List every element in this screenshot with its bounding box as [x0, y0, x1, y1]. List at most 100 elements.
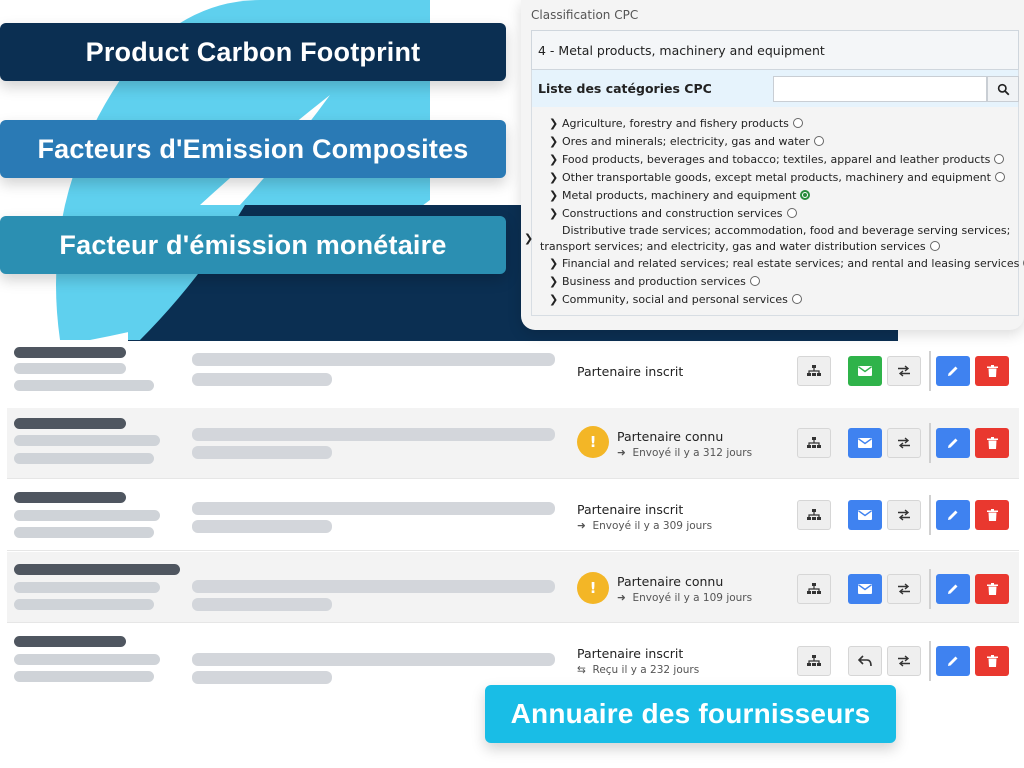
cpc-item[interactable]: ❯ Agriculture, forestry and fishery produ… [532, 115, 1020, 133]
send-email-button[interactable] [848, 574, 882, 604]
delete-button[interactable] [975, 646, 1009, 676]
cpc-search-button[interactable] [987, 76, 1019, 102]
edit-button[interactable] [936, 356, 970, 386]
supplier-name-redacted [14, 492, 126, 503]
cpc-item[interactable]: ❯ Food products, beverages and tobacco; t… [532, 151, 1020, 169]
transfer-button[interactable] [887, 428, 921, 458]
hierarchy-button[interactable] [797, 646, 831, 676]
supplier-meta-redacted [14, 654, 160, 665]
transfer-button[interactable] [887, 356, 921, 386]
hierarchy-button[interactable] [797, 574, 831, 604]
transfer-button[interactable] [887, 500, 921, 530]
chevron-right-icon[interactable]: ❯ [549, 291, 558, 309]
send-email-button[interactable] [848, 356, 882, 386]
arrow-right-icon: ➜ [577, 520, 586, 532]
chevron-right-icon[interactable]: ❯ [549, 273, 558, 291]
cpc-radio[interactable] [813, 136, 824, 146]
status-title: Partenaire inscrit [577, 646, 684, 661]
supplier-meta-redacted [14, 435, 160, 446]
delete-button[interactable] [975, 500, 1009, 530]
cpc-selected-field[interactable]: 4 - Metal products, machinery and equipm… [531, 30, 1019, 70]
cpc-item[interactable]: ❯ Business and production services [532, 273, 1020, 291]
cpc-item[interactable]: ❯ Other transportable goods, except metal… [532, 169, 1020, 187]
cpc-item-label: Constructions and construction services [562, 207, 783, 220]
transfer-button[interactable] [887, 574, 921, 604]
table-row[interactable]: Partenaire inscrit ➜ Envoyé il y a 309 j… [7, 480, 1019, 551]
trash-icon [986, 509, 998, 521]
cpc-item-label: Business and production services [562, 275, 746, 288]
cpc-item[interactable]: ❯ Constructions and construction services [532, 205, 1020, 223]
cpc-category-list: ❯ Agriculture, forestry and fishery produ… [524, 115, 1024, 309]
hierarchy-button[interactable] [797, 500, 831, 530]
chevron-right-icon[interactable]: ❯ [549, 187, 558, 205]
cpc-item-label: Metal products, machinery and equipment [562, 189, 797, 202]
send-email-button[interactable] [848, 428, 882, 458]
cpc-radio[interactable] [994, 154, 1005, 164]
reply-button[interactable] [848, 646, 882, 676]
supplier-table: Partenaire inscrit ! Partenaire connu ➜ … [7, 338, 1019, 688]
table-row[interactable]: ! Partenaire connu ➜ Envoyé il y a 312 j… [7, 408, 1019, 479]
table-row[interactable]: ! Partenaire connu ➜ Envoyé il y a 109 j… [7, 552, 1019, 623]
cpc-radio[interactable] [994, 172, 1005, 182]
supplier-name-redacted [14, 636, 126, 647]
status-cell: Partenaire inscrit ⇆ Reçu il y a 232 jou… [577, 646, 787, 676]
edit-button[interactable] [936, 428, 970, 458]
arrow-right-icon: ➜ [617, 447, 626, 459]
hierarchy-button[interactable] [797, 428, 831, 458]
supplier-meta-redacted [14, 453, 154, 464]
chevron-right-icon[interactable]: ❯ [549, 205, 558, 223]
cpc-list-label: Liste des catégories CPC [538, 81, 712, 96]
edit-button[interactable] [936, 646, 970, 676]
trash-icon [986, 655, 998, 667]
cpc-radio[interactable] [791, 294, 802, 304]
status-sent-text: Envoyé il y a 312 jours [632, 447, 753, 459]
transfer-button[interactable] [887, 646, 921, 676]
warning-icon: ! [577, 572, 609, 604]
cpc-item-label: Distributive trade services; accommodati… [540, 224, 1011, 253]
swap-arrows-icon [898, 655, 910, 667]
cpc-radio[interactable] [929, 241, 940, 251]
chevron-right-icon[interactable]: ❯ [549, 115, 558, 133]
action-divider [929, 569, 931, 609]
hierarchy-button[interactable] [797, 356, 831, 386]
cpc-item[interactable]: ❯ Ores and minerals; electricity, gas and… [532, 133, 1020, 151]
action-divider [929, 495, 931, 535]
supplier-category-redacted [192, 446, 332, 459]
delete-button[interactable] [975, 428, 1009, 458]
swap-arrows-icon [898, 583, 910, 595]
chevron-right-icon[interactable]: ❯ [549, 151, 558, 169]
cpc-item[interactable]: ❯ Distributive trade services; accommodat… [510, 223, 1020, 255]
edit-button[interactable] [936, 500, 970, 530]
cpc-item[interactable]: ❯ Metal products, machinery and equipment [532, 187, 1020, 205]
delete-button[interactable] [975, 574, 1009, 604]
sitemap-icon [807, 509, 821, 520]
chevron-right-icon[interactable]: ❯ [549, 255, 558, 273]
send-email-button[interactable] [848, 500, 882, 530]
supplier-category-redacted [192, 520, 332, 533]
delete-button[interactable] [975, 356, 1009, 386]
status-subtitle: ➜ Envoyé il y a 309 jours [577, 520, 787, 532]
cpc-radio[interactable] [749, 276, 760, 286]
cpc-category-list-box: Liste des catégories CPC ❯ Agriculture, f… [524, 70, 1024, 316]
pencil-icon [948, 438, 958, 448]
table-row[interactable]: Partenaire inscrit [7, 338, 1019, 409]
cpc-item[interactable]: ❯ Financial and related services; real es… [532, 255, 1024, 273]
action-divider [929, 351, 931, 391]
cpc-radio[interactable] [792, 118, 803, 128]
chevron-right-icon[interactable]: ❯ [549, 169, 558, 187]
cpc-search-input[interactable] [773, 76, 987, 102]
status-cell: Partenaire inscrit [577, 364, 787, 379]
cpc-radio-selected[interactable] [800, 190, 811, 200]
supplier-category-redacted [192, 653, 555, 666]
cpc-item-label: Agriculture, forestry and fishery produc… [562, 117, 789, 130]
envelope-icon [858, 584, 872, 594]
sitemap-icon [807, 583, 821, 594]
status-sent-text: Envoyé il y a 309 jours [592, 520, 713, 532]
cpc-item[interactable]: ❯ Community, social and personal services [532, 291, 1020, 309]
chevron-right-icon[interactable]: ❯ [524, 231, 533, 247]
edit-button[interactable] [936, 574, 970, 604]
supplier-category-redacted [192, 373, 332, 386]
cpc-radio[interactable] [786, 208, 797, 218]
chevron-right-icon[interactable]: ❯ [549, 133, 558, 151]
swap-arrows-icon: ⇆ [577, 664, 586, 676]
